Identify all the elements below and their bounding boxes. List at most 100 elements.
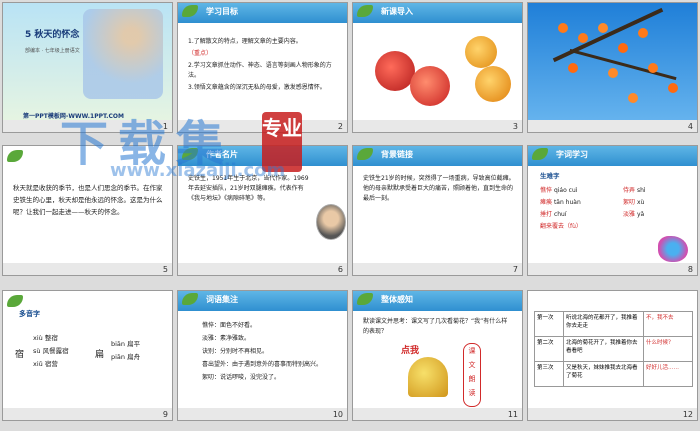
slide-6[interactable]: 作者名片 史铁生，1951年生于北京，当代作家。1969年去延安插队，21岁时双… — [177, 145, 348, 276]
word-4: 侍弄 — [623, 187, 636, 194]
slide-9[interactable]: 多音字 宿 xiù 整宿 sù 风餐露宿 xiǔ 宿营 扁 biān 扁平 pi… — [2, 290, 173, 421]
table-row: 第一次 听说北海的花都开了，我推着你去走走 不，我不去 — [534, 311, 693, 337]
leaf-icon — [532, 148, 548, 160]
slide-header: 背景链接 — [381, 150, 413, 159]
row-key: 第二次 — [535, 337, 564, 361]
slide-number: 2 — [337, 122, 343, 131]
row-reply: 不，我不去 — [646, 315, 674, 321]
slide-number: 5 — [162, 265, 168, 274]
gramophone-icon — [408, 357, 448, 397]
leaf-icon — [7, 295, 23, 307]
illustration — [83, 9, 163, 99]
slide-2[interactable]: 学习目标 1.了解散文的特点，理解文章的主要内容。 （重点） 2.学习文章抓住动… — [177, 2, 348, 133]
goal-item-3: 3.领悟文章蕴含的深沉无私的母爱，激发感恩情怀。 — [188, 84, 326, 91]
slide-number: 6 — [337, 265, 343, 274]
row-value: 北海的菊花开了，我推着你去看看吧 — [564, 337, 644, 361]
word-2: 瘫痪 — [540, 199, 553, 206]
goal-mark: （重点） — [188, 50, 213, 57]
slide-number: 12 — [682, 410, 693, 419]
slide-number: 10 — [332, 410, 343, 419]
slide-number: 3 — [512, 122, 518, 131]
slide-12[interactable]: 第一次 听说北海的花都开了，我推着你去走走 不，我不去 第二次 北海的菊花开了，… — [527, 290, 698, 421]
pinyin-1: qiáo cuì — [553, 187, 578, 194]
slide-header: 词语集注 — [206, 295, 238, 304]
slide-3[interactable]: 新课导入 3 — [352, 2, 523, 133]
leaf-icon — [357, 148, 373, 160]
slide-1-url: 第一PPT模板网-WWW.1PPT.COM — [23, 113, 124, 120]
read-char-4: 读 — [468, 389, 476, 397]
goal-item-2: 2.学习文章抓住动作、神态、语言等刻画人物形象的方法。 — [188, 62, 332, 79]
word-3: 捶打 — [540, 211, 553, 218]
read-char-3: 朗 — [468, 375, 476, 383]
slide-header: 多音字 — [19, 310, 40, 318]
read-aloud-button[interactable]: 课 文 朗 读 — [463, 343, 481, 407]
leaf-icon — [182, 5, 198, 17]
sound-3: xiǔ 宿营 — [33, 360, 58, 368]
sound-4: biān 扁平 — [111, 340, 141, 348]
slide-number: 1 — [162, 122, 168, 131]
leaf-icon — [182, 148, 198, 160]
slide-number: 7 — [512, 265, 518, 274]
table-row: 第三次 又是秋天，妹妹推我去北海看了菊花 好好儿活…… — [534, 362, 693, 387]
slide-number: 4 — [687, 122, 693, 131]
sound-5: piān 扁舟 — [111, 353, 141, 361]
slide-1[interactable]: 5 秋天的怀念 部编本 · 七年级上册语文 第一PPT模板网-WWW.1PPT.… — [2, 2, 173, 133]
pinyin-2: tān huàn — [553, 199, 581, 206]
leaf-icon — [357, 293, 373, 305]
row-key: 第三次 — [535, 362, 564, 386]
pinyin-4: shì — [636, 187, 646, 194]
author-portrait — [316, 204, 346, 240]
pinyin-5: xù — [636, 199, 645, 206]
slide-10[interactable]: 词语集注 憔悴：面色不好看。 淡雅：素净雅致。 诀别：分别时不再相见。 喜出望外… — [177, 290, 348, 421]
word-6: 淡雅 — [623, 211, 636, 218]
sound-1: xiù 整宿 — [33, 334, 58, 342]
row-reply: 好好儿活…… — [646, 365, 680, 371]
subheader: 生难字 — [540, 172, 560, 180]
slide-7[interactable]: 背景链接 史铁生21岁的时候，突然得了一场重病，导致高位截瘫。他的母亲默默承受着… — [352, 145, 523, 276]
intro-text: 秋天就是收获的季节，也是人们思念的季节。在作家史铁生的心里，秋天却是他永远的怀念… — [13, 184, 163, 216]
slide-number: 11 — [507, 410, 518, 419]
read-char-1: 课 — [468, 347, 476, 355]
butterfly-flower-icon — [658, 236, 688, 262]
char-宿: 宿 — [15, 350, 25, 360]
author-bio: 史铁生，1951年生于北京，当代作家。1969年去延安插队，21岁时双腿瘫痪。代… — [188, 175, 309, 202]
background-text: 史铁生21岁的时候，突然得了一场重病，导致高位截瘫。他的母亲默默承受着巨大的痛苦… — [363, 175, 515, 202]
vocab-4: 喜出望外：由于遇到意外的喜事而特别高兴。 — [202, 361, 323, 368]
read-char-2: 文 — [468, 361, 476, 369]
row-reply: 什么时候？ — [646, 340, 674, 346]
vocab-3: 诀别：分别时不再相见。 — [202, 348, 269, 355]
leaf-icon — [357, 5, 373, 17]
slide-header: 字词学习 — [556, 150, 588, 159]
pinyin-3: chuí — [553, 211, 567, 218]
slide-header: 新课导入 — [381, 7, 413, 16]
char-扁: 扁 — [95, 350, 105, 360]
summary-table: 第一次 听说北海的花都开了，我推着你去走走 不，我不去 第二次 北海的菊花开了，… — [534, 311, 693, 387]
pinyin-6: yǎ — [636, 211, 645, 218]
row-value: 又是秋天，妹妹推我去北海看了菊花 — [564, 362, 644, 386]
persimmon-tree-image — [528, 3, 697, 122]
word-1: 憔悴 — [540, 187, 553, 194]
vocab-5: 絮叨：说话啰唆，没完没了。 — [202, 374, 281, 381]
slide-8[interactable]: 字词学习 生难字 憔悴 qiáo cuì 瘫痪 tān huàn 捶打 chuí… — [527, 145, 698, 276]
slide-header: 学习目标 — [206, 7, 238, 16]
slide-header: 作者名片 — [206, 150, 238, 159]
leaf-icon — [182, 293, 198, 305]
extra-word: 翻来覆去（fù） — [540, 223, 582, 230]
sound-2: sù 风餐露宿 — [33, 347, 69, 355]
vocab-2: 淡雅：素净雅致。 — [202, 335, 251, 342]
leaf-icon — [7, 150, 23, 162]
slide-header: 整体感知 — [381, 295, 413, 304]
row-value: 听说北海的花都开了，我推着你去走走 — [564, 312, 644, 336]
table-row: 第二次 北海的菊花开了，我推着你去看看吧 什么时候？ — [534, 337, 693, 362]
row-key: 第一次 — [535, 312, 564, 336]
slide-number: 9 — [162, 410, 168, 419]
slide-1-subtitle: 部编本 · 七年级上册语文 — [25, 48, 80, 54]
slide-5[interactable]: 秋天就是收获的季节，也是人们思念的季节。在作家史铁生的心里，秋天却是他永远的怀念… — [2, 145, 173, 276]
vocab-1: 憔悴：面色不好看。 — [202, 322, 257, 329]
click-me-button[interactable]: 点我 — [401, 343, 419, 356]
slide-11[interactable]: 整体感知 默读课文并思考：课文写了几次看菊花？“我”有什么样的表现？ 点我 课 … — [352, 290, 523, 421]
slide-1-title: 5 秋天的怀念 — [25, 30, 80, 40]
word-5: 絮叨 — [623, 199, 636, 206]
slide-4[interactable]: 4 — [527, 2, 698, 133]
fruit-image — [365, 31, 515, 115]
